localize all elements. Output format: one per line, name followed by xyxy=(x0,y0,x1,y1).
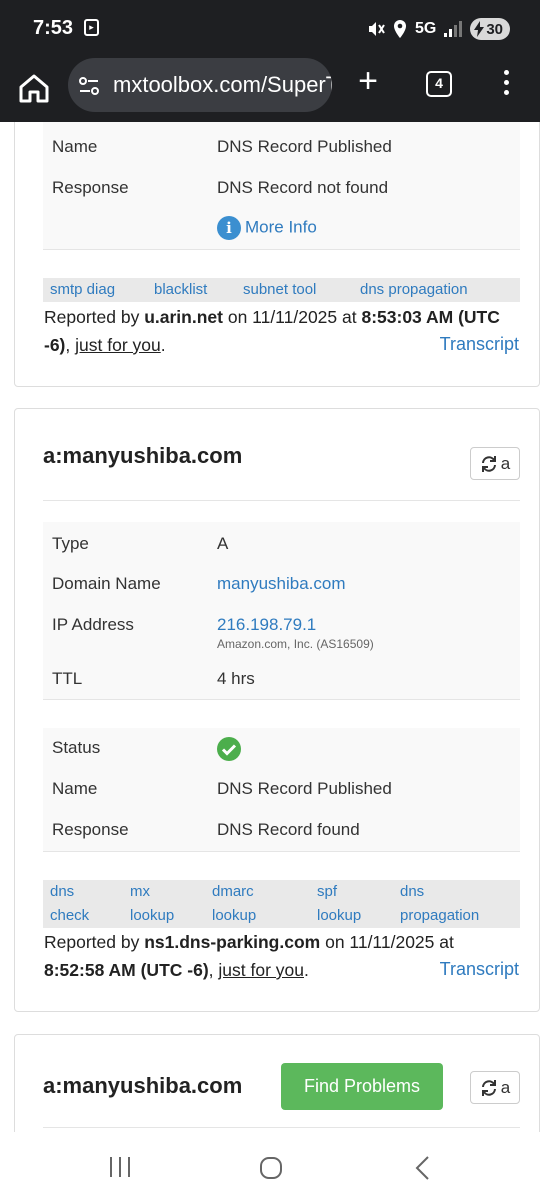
row-value-ttl: 4 hrs xyxy=(217,669,255,688)
row-label-response: Response xyxy=(52,820,129,839)
record-table: Type A Domain Name manyushiba.com IP Add… xyxy=(43,522,520,700)
link-spf-lookup[interactable]: spf lookup xyxy=(317,880,361,928)
just-for-you-link[interactable]: just for you xyxy=(218,960,304,980)
row-value-response: DNS Record not found xyxy=(217,178,389,197)
check-icon xyxy=(217,737,241,761)
clock: 7:53 xyxy=(33,17,74,39)
url-text: mxtoolbox.com/SuperTool xyxy=(113,72,332,97)
row-value-type: A xyxy=(217,534,229,553)
signal-icon xyxy=(444,21,463,37)
system-nav-bar xyxy=(0,1132,540,1200)
row-value-name: DNS Record Published xyxy=(217,137,392,156)
tab-switcher-button[interactable]: 4 xyxy=(426,71,452,97)
notification-icon: ▸ xyxy=(84,19,99,36)
more-info-link[interactable]: i More Info xyxy=(217,216,317,240)
link-blacklist[interactable]: blacklist xyxy=(154,278,207,302)
link-dmarc-lookup[interactable]: dmarc lookup xyxy=(212,880,256,928)
tool-links-bar: smtp diag blacklist subnet tool dns prop… xyxy=(43,278,520,302)
recent-apps-icon[interactable] xyxy=(108,1156,132,1178)
new-tab-icon[interactable]: + xyxy=(352,64,384,98)
status-table: Name DNS Record Published Response DNS R… xyxy=(43,122,520,250)
reported-server: ns1.dns-parking.com xyxy=(144,932,321,952)
refresh-button[interactable]: a xyxy=(470,1071,520,1104)
tool-links-bar: dns check mx lookup dmarc lookup spf lookup … xyxy=(43,880,520,928)
ip-owner: Amazon.com, Inc. (AS16509) xyxy=(217,637,374,651)
back-icon[interactable] xyxy=(414,1155,430,1181)
row-value-name: DNS Record Published xyxy=(217,779,392,798)
result-card-a-record: a:manyushiba.com a Type A Domain Name ma… xyxy=(14,408,540,1012)
result-card-a-record-2: a:manyushiba.com Find Problems a xyxy=(14,1034,540,1132)
divider xyxy=(43,1127,520,1128)
card-title: a:manyushiba.com xyxy=(43,443,243,468)
transcript-link[interactable]: Transcript xyxy=(440,334,519,355)
card-title: a:manyushiba.com xyxy=(43,1073,243,1098)
home-icon[interactable] xyxy=(14,68,54,108)
just-for-you-link[interactable]: just for you xyxy=(75,335,161,355)
link-dns-propagation[interactable]: dns propagation xyxy=(400,880,479,928)
more-info-label: More Info xyxy=(245,217,317,237)
refresh-button[interactable]: a xyxy=(470,447,520,480)
link-dns-propagation[interactable]: dns propagation xyxy=(360,278,468,302)
row-label-name: Name xyxy=(52,137,98,156)
location-icon xyxy=(393,20,406,38)
status-icons: 5G 30 xyxy=(367,16,510,42)
page-content: Name DNS Record Published Response DNS R… xyxy=(0,122,540,1132)
refresh-icon xyxy=(481,1079,496,1096)
site-settings-icon[interactable] xyxy=(78,75,100,97)
charging-icon xyxy=(474,21,485,37)
network-label: 5G xyxy=(414,20,437,37)
find-problems-button[interactable]: Find Problems xyxy=(281,1063,443,1110)
info-icon: i xyxy=(217,216,241,240)
row-value-response: DNS Record found xyxy=(217,820,360,839)
row-label-ttl: TTL xyxy=(52,669,83,688)
battery-level: 30 xyxy=(486,20,503,38)
reported-time: 8:52:58 AM (UTC -6) xyxy=(44,960,209,980)
mute-icon xyxy=(368,22,385,36)
link-mx-lookup[interactable]: mx lookup xyxy=(130,880,174,928)
result-card-arin: Name DNS Record Published Response DNS R… xyxy=(14,122,540,387)
row-label-name: Name xyxy=(52,779,98,798)
ip-address-link[interactable]: 216.198.79.1 xyxy=(217,615,316,635)
address-bar[interactable]: mxtoolbox.com/SuperTool xyxy=(68,58,332,112)
more-options-icon[interactable] xyxy=(496,70,516,100)
transcript-link[interactable]: Transcript xyxy=(440,959,519,980)
reported-server: u.arin.net xyxy=(144,307,223,327)
divider xyxy=(43,500,520,501)
row-label-type: Type xyxy=(52,534,89,553)
row-label-response: Response xyxy=(52,178,129,197)
row-label-domain: Domain Name xyxy=(52,574,161,593)
home-nav-icon[interactable] xyxy=(259,1156,283,1180)
row-label-ip: IP Address xyxy=(52,615,134,634)
battery-indicator: 30 xyxy=(470,18,510,40)
refresh-label: a xyxy=(500,453,511,473)
row-label-status: Status xyxy=(52,738,101,757)
link-dns-check[interactable]: dns check xyxy=(50,880,89,928)
link-smtp-diag[interactable]: smtp diag xyxy=(50,278,115,302)
link-subnet-tool[interactable]: subnet tool xyxy=(243,278,316,302)
status-bar: 7:53 ▸ 5G 30 xyxy=(0,0,540,58)
refresh-label: a xyxy=(500,1077,511,1097)
browser-toolbar: mxtoolbox.com/SuperTool + 4 xyxy=(0,58,540,122)
domain-name-link[interactable]: manyushiba.com xyxy=(217,574,346,594)
status-table: Status Name DNS Record Published Respons… xyxy=(43,728,520,852)
refresh-icon xyxy=(481,455,496,472)
